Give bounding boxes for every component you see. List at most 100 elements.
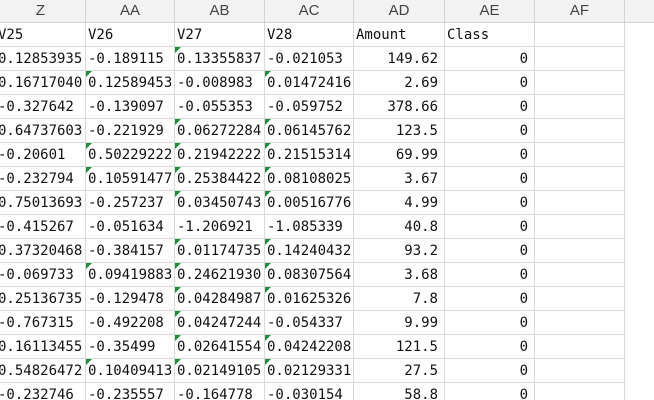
cell[interactable]: 0.03450743	[175, 191, 265, 215]
cell[interactable]: 0.01174735	[175, 239, 265, 263]
cell[interactable]: 0.04247244	[175, 311, 265, 335]
cell[interactable]: -1.085339	[265, 215, 354, 239]
cell[interactable]: 9.99	[354, 311, 445, 335]
cell[interactable]	[535, 71, 625, 95]
column-header-ad[interactable]: AD	[354, 0, 445, 22]
cell[interactable]: V25	[0, 23, 86, 47]
cell[interactable]	[535, 191, 625, 215]
cell[interactable]: 0.10591477	[86, 167, 175, 191]
cell[interactable]: 0.02641554	[175, 335, 265, 359]
cell[interactable]	[535, 143, 625, 167]
cell[interactable]: 0.50229222	[86, 143, 175, 167]
cell[interactable]	[535, 287, 625, 311]
cell[interactable]: -0.129478	[86, 287, 175, 311]
column-header-z[interactable]: Z	[0, 0, 86, 22]
cell[interactable]: 0.21515314	[265, 143, 354, 167]
cell[interactable]: 0	[445, 191, 535, 215]
cell[interactable]: -0.054337	[265, 311, 354, 335]
cell[interactable]: -0.221929	[86, 119, 175, 143]
cell[interactable]: -0.051634	[86, 215, 175, 239]
column-header-ab[interactable]: AB	[175, 0, 265, 22]
cell[interactable]: 58.8	[354, 383, 445, 400]
cell[interactable]: 3.68	[354, 263, 445, 287]
cell[interactable]: 0.16113455	[0, 335, 86, 359]
cell[interactable]: -0.232746	[0, 383, 86, 400]
cell[interactable]: 0.04284987	[175, 287, 265, 311]
column-header-ae[interactable]: AE	[445, 0, 535, 22]
cell[interactable]: 0.64737603	[0, 119, 86, 143]
cell[interactable]: 0	[445, 119, 535, 143]
cell[interactable]: -0.139097	[86, 95, 175, 119]
cell[interactable]	[535, 215, 625, 239]
cell[interactable]: 40.8	[354, 215, 445, 239]
cell[interactable]: 0	[445, 359, 535, 383]
cell[interactable]: -0.021053	[265, 47, 354, 71]
cell[interactable]: 121.5	[354, 335, 445, 359]
cell[interactable]: -0.069733	[0, 263, 86, 287]
cell[interactable]: 7.8	[354, 287, 445, 311]
cell[interactable]: V27	[175, 23, 265, 47]
column-header-ac[interactable]: AC	[265, 0, 354, 22]
cell[interactable]: 0.25384422	[175, 167, 265, 191]
cell[interactable]: 0.75013693	[0, 191, 86, 215]
cell[interactable]: V26	[86, 23, 175, 47]
cell[interactable]: V28	[265, 23, 354, 47]
cell[interactable]: -0.767315	[0, 311, 86, 335]
cell[interactable]: 0.13355837	[175, 47, 265, 71]
cell[interactable]: -0.164778	[175, 383, 265, 400]
cell[interactable]: 27.5	[354, 359, 445, 383]
cell[interactable]: 0.08108025	[265, 167, 354, 191]
cell[interactable]: 0.16717040	[0, 71, 86, 95]
cell[interactable]: 0	[445, 239, 535, 263]
cell[interactable]: 69.99	[354, 143, 445, 167]
cell[interactable]: 2.69	[354, 71, 445, 95]
cell[interactable]: -0.030154	[265, 383, 354, 400]
cell[interactable]: 378.66	[354, 95, 445, 119]
cell[interactable]: 0	[445, 311, 535, 335]
cell[interactable]: 0	[445, 167, 535, 191]
cell[interactable]: 0	[445, 71, 535, 95]
cell[interactable]	[535, 239, 625, 263]
cell[interactable]: 0.02149105	[175, 359, 265, 383]
cell[interactable]	[535, 311, 625, 335]
cell[interactable]: -0.059752	[265, 95, 354, 119]
cell[interactable]: 0.06145762	[265, 119, 354, 143]
cell[interactable]: 0.21942222	[175, 143, 265, 167]
cell[interactable]: 0.14240432	[265, 239, 354, 263]
cell[interactable]: -0.189115	[86, 47, 175, 71]
cell[interactable]: 0	[445, 47, 535, 71]
cell[interactable]: 0	[445, 335, 535, 359]
cell[interactable]: 0.10409413	[86, 359, 175, 383]
cell[interactable]	[535, 95, 625, 119]
cell[interactable]: 0.25136735	[0, 287, 86, 311]
cell[interactable]: -0.327642	[0, 95, 86, 119]
cell[interactable]: 0.08307564	[265, 263, 354, 287]
cell[interactable]: 3.67	[354, 167, 445, 191]
cell[interactable]: 0	[445, 143, 535, 167]
cell[interactable]: 0.02129331	[265, 359, 354, 383]
cell[interactable]: Amount	[354, 23, 445, 47]
cell[interactable]: 0.37320468	[0, 239, 86, 263]
cell[interactable]: -0.415267	[0, 215, 86, 239]
cell[interactable]: 123.5	[354, 119, 445, 143]
cell[interactable]: -0.232794	[0, 167, 86, 191]
cell[interactable]: -0.20601	[0, 143, 86, 167]
cell[interactable]: Class	[445, 23, 535, 47]
cell[interactable]: -0.384157	[86, 239, 175, 263]
cell[interactable]: -0.492208	[86, 311, 175, 335]
cell[interactable]: -0.055353	[175, 95, 265, 119]
cell[interactable]: 0.09419883	[86, 263, 175, 287]
cell[interactable]: 0.24621930	[175, 263, 265, 287]
cell[interactable]: 4.99	[354, 191, 445, 215]
cell[interactable]: -0.257237	[86, 191, 175, 215]
cell[interactable]: 0.00516776	[265, 191, 354, 215]
cell[interactable]: 0.06272284	[175, 119, 265, 143]
cell[interactable]: -0.008983	[175, 71, 265, 95]
cell[interactable]: 0.12589453	[86, 71, 175, 95]
cell[interactable]: 0.04242208	[265, 335, 354, 359]
cell[interactable]: 0	[445, 215, 535, 239]
cell[interactable]	[535, 119, 625, 143]
cell[interactable]	[535, 23, 625, 47]
cell[interactable]	[535, 47, 625, 71]
cell[interactable]: -0.235557	[86, 383, 175, 400]
